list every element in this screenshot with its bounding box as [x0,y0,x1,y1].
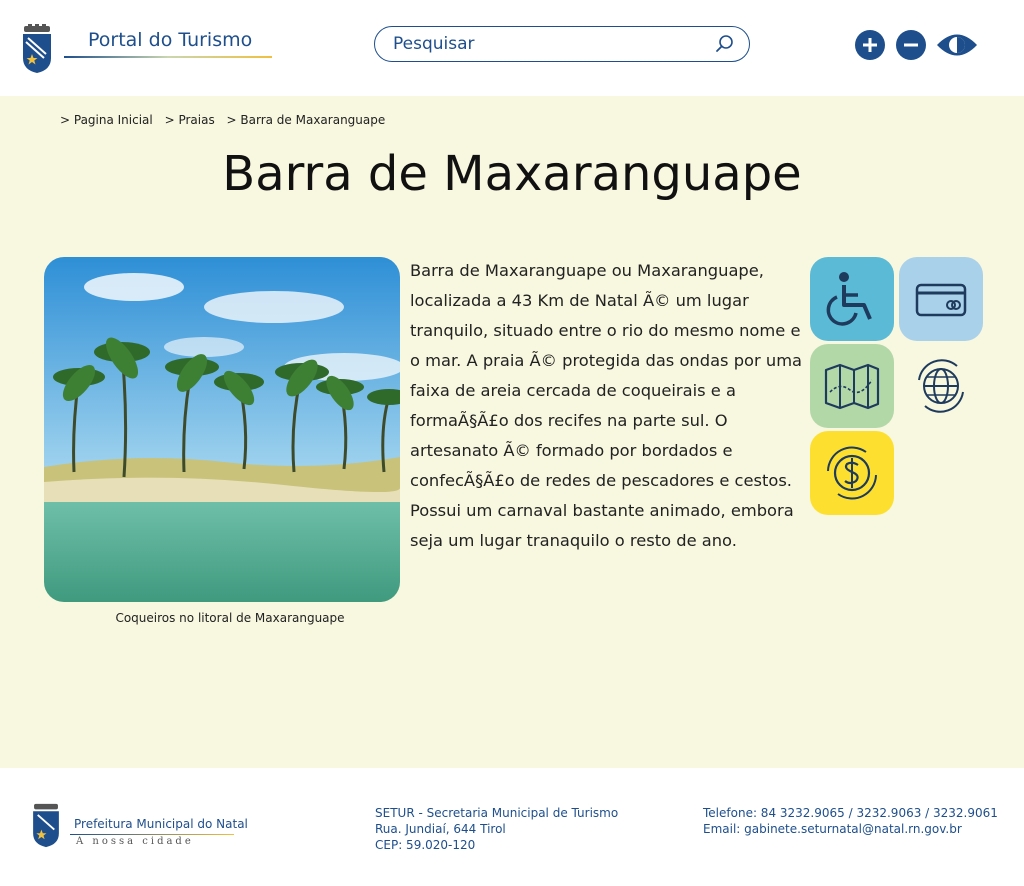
footer-email[interactable]: Email: gabinete.seturnatal@natal.rn.gov.… [703,821,998,837]
globe-icon [918,359,964,413]
footer-contact: Telefone: 84 3232.9065 / 3232.9063 / 323… [703,805,998,837]
footer-address: SETUR - Secretaria Municipal de Turismo … [375,805,618,853]
decrease-font-button[interactable] [896,30,926,60]
image-caption: Coqueiros no litoral de Maxaranguape [115,611,345,625]
footer-address-line: Rua. Jundiaí, 644 Tirol [375,822,506,836]
prefeitura-logo[interactable]: Prefeitura Municipal do Natal A nossa ci… [30,802,248,852]
map-icon [824,363,880,410]
breadcrumb-home[interactable]: > Pagina Inicial [60,113,153,127]
breadcrumb: > Pagina Inicial > Praias > Barra de Max… [60,113,393,127]
footer-phone: Telefone: 84 3232.9065 / 3232.9063 / 323… [703,806,998,820]
search-input[interactable] [393,33,693,55]
increase-font-button[interactable] [855,30,885,60]
footer: Prefeitura Municipal do Natal A nossa ci… [0,768,1024,886]
currency-info-button[interactable] [810,431,894,515]
city-crest-icon [23,24,51,73]
beach-photo [44,257,400,602]
money-icon [827,446,877,500]
minus-icon [904,43,918,47]
footer-address-line: SETUR - Secretaria Municipal de Turismo [375,806,619,820]
search-icon[interactable] [715,34,735,54]
site-title: Portal do Turismo [88,29,253,51]
header: Portal do Turismo [0,0,1024,96]
plus-icon [863,38,877,52]
wheelchair-icon [826,272,872,326]
beach-description: Barra de Maxaranguape ou Maxaranguape, l… [410,261,803,550]
prefeitura-slogan: A nossa cidade [76,836,194,847]
contrast-toggle-button[interactable] [936,30,978,60]
prefeitura-underline [70,834,234,835]
logo-underline [64,56,272,58]
eye-icon [937,34,977,56]
map-info-button[interactable] [810,344,894,428]
portal-logo[interactable]: Portal do Turismo [20,24,280,76]
footer-address-line: CEP: 59.020-120 [375,838,476,852]
credit-card-icon [915,283,967,317]
prefeitura-title: Prefeitura Municipal do Natal [74,817,248,831]
city-crest-icon [33,803,59,848]
breadcrumb-current[interactable]: > Barra de Maxaranguape [227,113,386,127]
accessibility-info-button[interactable] [810,257,894,341]
search-bar[interactable] [374,26,750,62]
payment-info-button[interactable] [899,257,983,341]
main-content: > Pagina Inicial > Praias > Barra de Max… [0,96,1024,768]
language-info-button[interactable] [899,344,983,428]
breadcrumb-praias[interactable]: > Praias [165,113,215,127]
page-title: Barra de Maxaranguape [222,146,802,202]
